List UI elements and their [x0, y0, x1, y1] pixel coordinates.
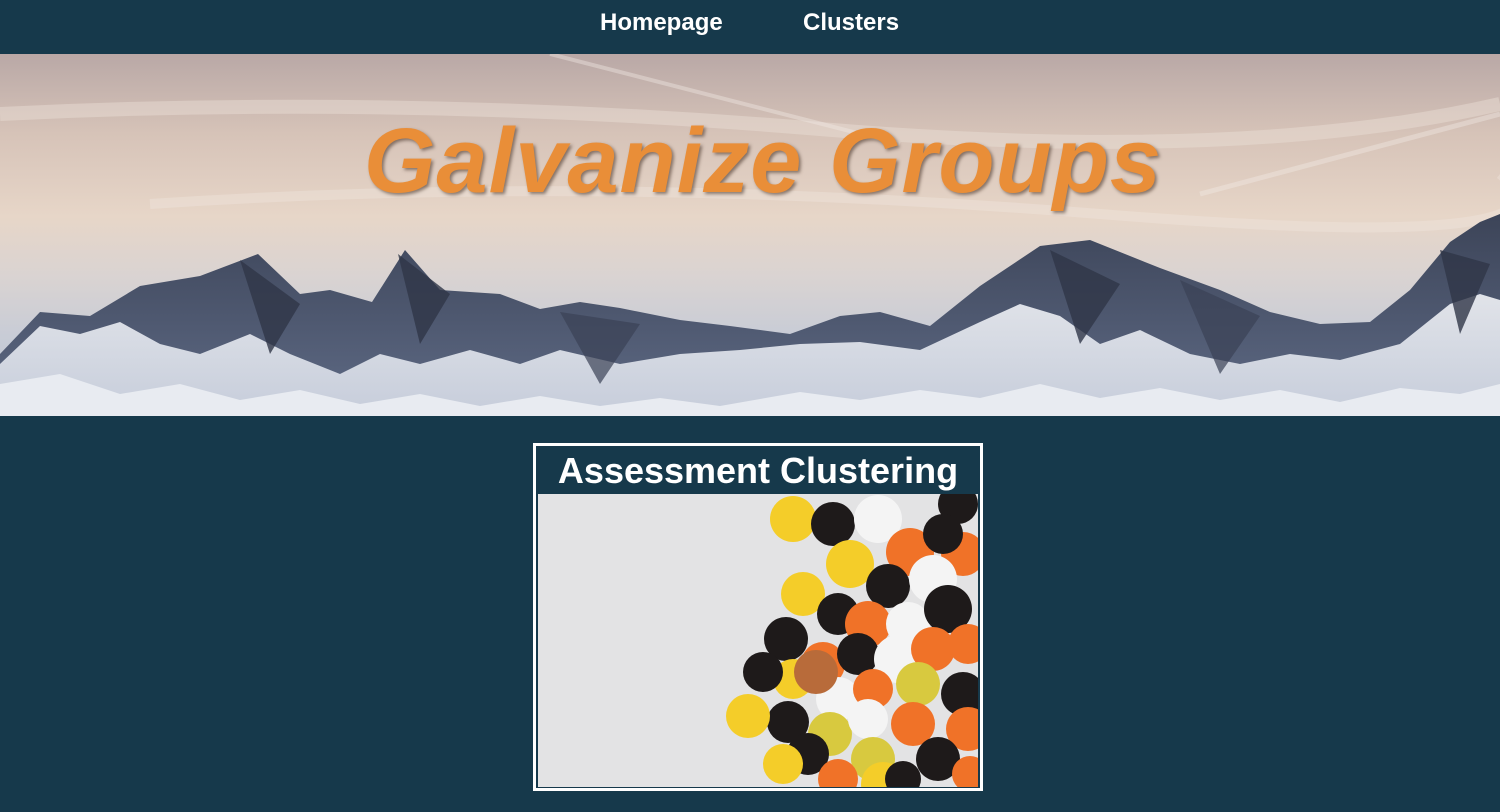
nav-link-homepage[interactable]: Homepage: [600, 9, 723, 37]
card-title: Assessment Clustering: [557, 450, 959, 491]
hero-banner: Galvanize Groups: [0, 54, 1500, 416]
nav-link-clusters[interactable]: Clusters: [803, 9, 899, 37]
confetti-image: [538, 494, 978, 787]
hero-title: Galvanize Groups: [363, 110, 1163, 212]
top-navbar: Homepage Clusters: [0, 0, 1500, 54]
cluster-card[interactable]: Assessment Clustering: [533, 443, 983, 791]
